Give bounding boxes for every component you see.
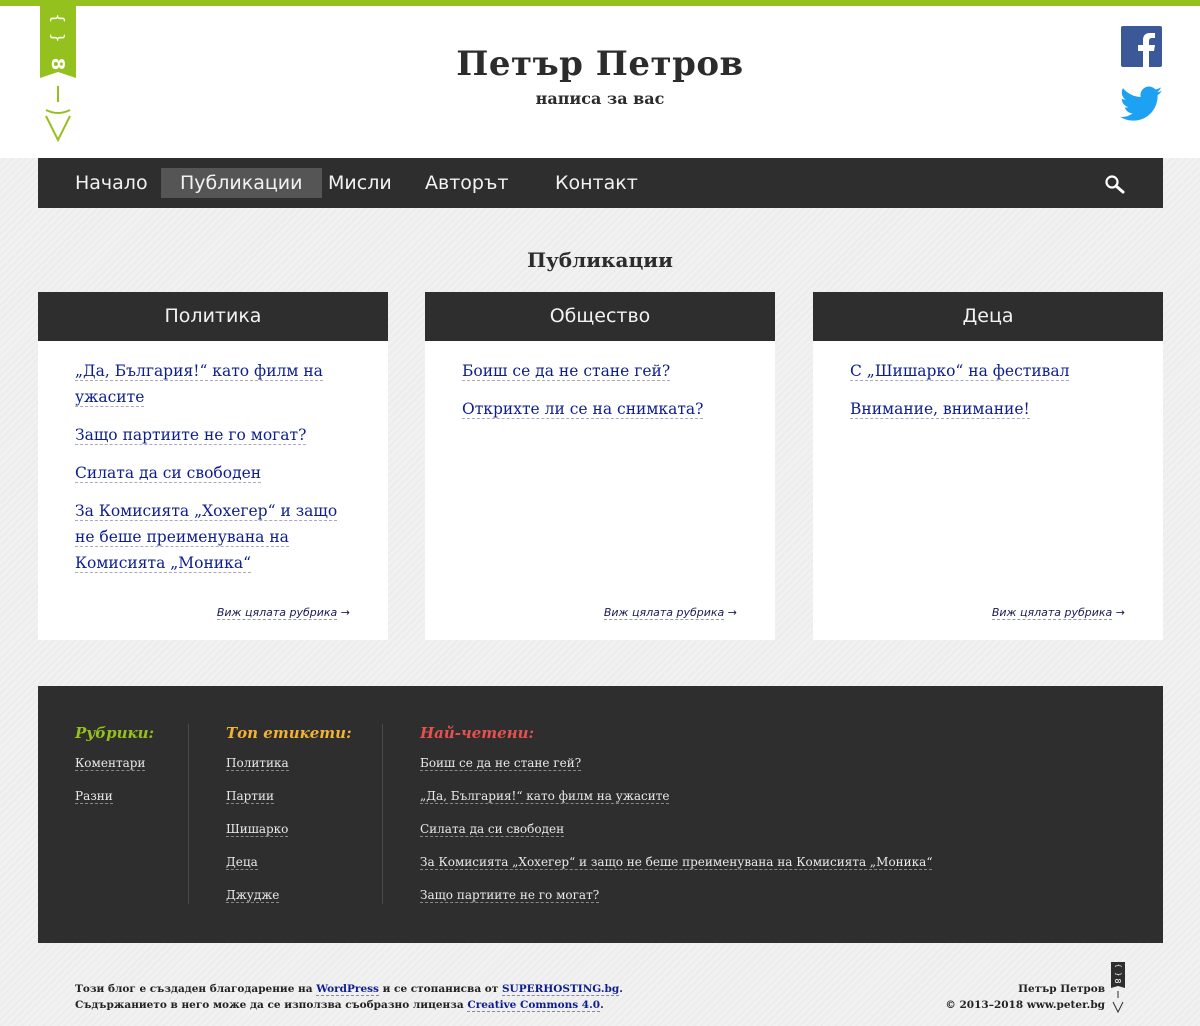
post-link[interactable]: С „Шишарко“ на фестивал [850,362,1070,381]
post-link[interactable]: За Комисията „Хохегер“ и защо не беше пр… [75,502,338,573]
tag-link[interactable]: Джудже [226,888,280,903]
list-item: Партии [226,785,352,818]
credits: Този блог е създаден благодарение на Wor… [75,981,623,1013]
list-item: С „Шишарко“ на фестивал [850,358,1130,384]
category-card-kids: Деца С „Шишарко“ на фестивал Внимание, в… [813,292,1163,640]
nav-item-thoughts[interactable]: Мисли [309,168,411,198]
author-name: Петър Петров [1018,983,1105,995]
site-subtitle: написа за вас [535,89,665,108]
category-heading[interactable]: Деца [813,292,1163,341]
list-item: „Да, България!“ като филм на ужасите [75,358,355,410]
copyright-text: © 2013–2018 www.peter.bg [945,999,1105,1011]
credits-text: . [600,999,604,1011]
view-category-label: Виж цялата рубрика [216,606,338,620]
list-item: Джудже [226,884,352,917]
view-category-label: Виж цялата рубрика [603,606,725,620]
nav-item-home[interactable]: Начало [56,168,167,198]
svg-text:{ }: { } [1114,964,1122,977]
list-item: Боиш се да не стане гей? [462,358,742,384]
list-item: Открихте ли се на снимката? [462,396,742,422]
view-category-link[interactable]: Виж цялата рубрика → [216,606,350,620]
list-item: За Комисията „Хохегер“ и защо не беше пр… [75,498,355,576]
footer-heading: Рубрики: [75,724,155,742]
arrow-right-icon: → [1115,606,1125,619]
credits-text: Този блог е създаден благодарение на [75,983,317,995]
wordpress-link[interactable]: WordPress [316,983,379,996]
tag-link[interactable]: Политика [226,756,289,771]
popular-post-link[interactable]: Силата да си свободен [420,822,565,837]
category-heading[interactable]: Общество [425,292,775,341]
list-item: „Да, България!“ като филм на ужасите [420,785,932,818]
svg-text:{ }: { } [49,14,68,43]
popular-post-link[interactable]: Боиш се да не стане гей? [420,756,582,771]
post-link[interactable]: Открихте ли се на снимката? [462,400,704,419]
arrow-right-icon: → [340,606,350,619]
tag-link[interactable]: Шишарко [226,822,289,837]
credits-text: и се стопанисва от [378,983,502,995]
rubric-link[interactable]: Разни [75,789,113,804]
nav-item-contact[interactable]: Контакт [536,168,657,198]
view-category-label: Виж цялата рубрика [991,606,1113,620]
list-item: Деца [226,851,352,884]
footer-heading: Най-четени: [420,724,535,742]
popular-post-link[interactable]: Защо партиите не го могат? [420,888,600,903]
credits-text: Съдържанието в него може да се използва … [75,999,468,1011]
list-item: Силата да си свободен [420,818,932,851]
search-icon[interactable] [1104,174,1126,194]
post-link[interactable]: „Да, България!“ като филм на ужасите [75,362,323,407]
site-title[interactable]: Петър Петров [0,44,1200,84]
category-card-politics: Политика „Да, България!“ като филм на уж… [38,292,388,640]
post-link[interactable]: Боиш се да не стане гей? [462,362,671,381]
footer-popular: Най-четени: Боиш се да не стане гей? „Да… [420,724,933,917]
list-item: Шишарко [226,818,352,851]
list-item: Защо партиите не го могат? [75,422,355,448]
post-link[interactable]: Защо партиите не го могат? [75,426,307,445]
list-item: Силата да си свободен [75,460,355,486]
popular-post-link[interactable]: За Комисията „Хохегер“ и защо не беше пр… [420,855,933,870]
list-item: За Комисията „Хохегер“ и защо не беше пр… [420,851,933,884]
post-list: „Да, България!“ като филм на ужасите Защ… [75,358,355,588]
creative-commons-link[interactable]: Creative Commons 4.0 [467,999,601,1012]
main-nav: Начало Публикации Мисли Авторът Контакт [38,158,1163,208]
post-link[interactable]: Внимание, внимание! [850,400,1030,419]
credits-line-1: Този блог е създаден благодарение на Wor… [75,981,623,997]
list-item: Политика [226,752,352,785]
list-item: Внимание, внимание! [850,396,1130,422]
page-title: Публикации [527,248,673,272]
credits-line-2: Съдържанието в него може да се използва … [75,997,623,1013]
facebook-icon[interactable] [1121,26,1162,67]
credits-text: . [619,983,623,995]
list-item: Разни [75,785,154,818]
small-logo-icon: { } 8 [1111,962,1125,1014]
svg-text:8: 8 [1113,978,1122,983]
post-list: С „Шишарко“ на фестивал Внимание, вниман… [850,358,1130,434]
category-card-society: Общество Боиш се да не стане гей? Открих… [425,292,775,640]
nav-item-author[interactable]: Авторът [406,168,527,198]
view-category-link[interactable]: Виж цялата рубрика → [991,606,1125,620]
copyright: Петър Петров © 2013–2018 www.peter.bg [945,981,1105,1013]
twitter-icon[interactable] [1120,86,1162,122]
tag-link[interactable]: Партии [226,789,274,804]
footer: Рубрики: Коментари Разни Топ етикети: По… [38,686,1163,943]
footer-tags: Топ етикети: Политика Партии Шишарко Дец… [226,724,352,917]
footer-divider [382,724,383,904]
popular-post-link[interactable]: „Да, България!“ като филм на ужасите [420,789,670,804]
list-item: Защо партиите не го могат? [420,884,932,917]
nav-item-publications[interactable]: Публикации [161,168,322,198]
footer-heading: Топ етикети: [226,724,352,742]
tag-link[interactable]: Деца [226,855,258,870]
arrow-right-icon: → [727,606,737,619]
category-heading[interactable]: Политика [38,292,388,341]
footer-rubrics: Рубрики: Коментари Разни [75,724,154,818]
superhosting-link[interactable]: SUPERHOSTING.bg [501,983,620,996]
list-item: Боиш се да не стане гей? [420,752,932,785]
view-category-link[interactable]: Виж цялата рубрика → [603,606,737,620]
rubric-link[interactable]: Коментари [75,756,146,771]
post-link[interactable]: Силата да си свободен [75,464,262,483]
footer-divider [188,724,189,904]
list-item: Коментари [75,752,154,785]
post-list: Боиш се да не стане гей? Открихте ли се … [462,358,742,434]
